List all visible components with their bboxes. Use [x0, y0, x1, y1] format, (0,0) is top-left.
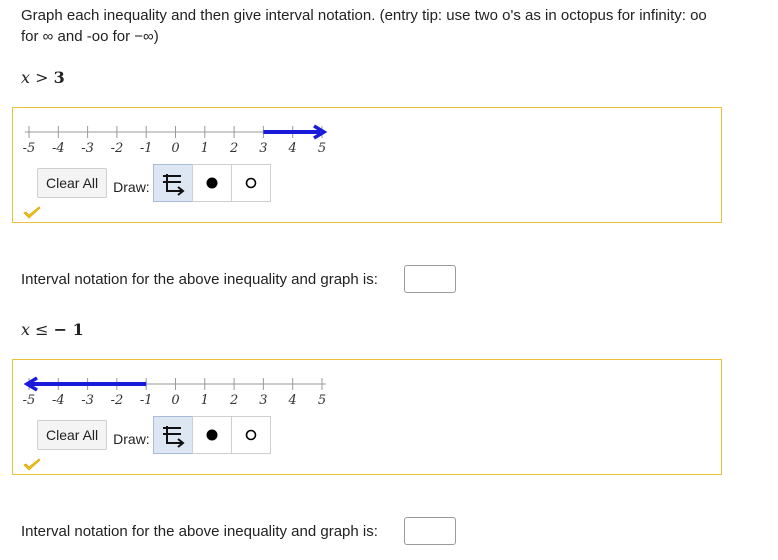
tick-label: 4: [288, 393, 297, 408]
tick-label: -4: [52, 393, 65, 408]
ray-tool-icon: [162, 174, 185, 196]
ray-tool-button[interactable]: [152, 416, 193, 454]
open-dot-icon: [245, 177, 257, 189]
instructions: Graph each inequality and then give inte…: [21, 7, 707, 45]
closed-dot-tool-button[interactable]: [191, 416, 232, 454]
tick-label: -2: [111, 141, 124, 156]
open-dot-tool-button[interactable]: [230, 416, 271, 454]
number-line-1[interactable]: -5 -4 -3 -2 -1 0 1 2 3 4 5: [13, 108, 333, 158]
number-line-2[interactable]: -5 -4 -3 -2 -1 0 1 2 3 4 5: [13, 360, 333, 410]
tick-label: -1: [140, 141, 153, 156]
ray-tool-icon: [162, 426, 185, 448]
tick-label: 4: [288, 141, 297, 156]
open-dot-icon: [245, 429, 257, 441]
tick-label: 3: [259, 393, 267, 408]
tick-label: -5: [23, 141, 36, 156]
tick-label: 5: [318, 141, 326, 156]
graph-box-1: -5 -4 -3 -2 -1 0 1 2 3 4 5 Clear All Draw:: [12, 107, 722, 223]
inequality-operator: ≤: [35, 320, 49, 339]
ray-tool-button[interactable]: [152, 164, 193, 202]
interval-prompt-2: Interval notation for the above inequali…: [21, 523, 378, 540]
inequality-2: x ≤ − 1: [21, 320, 84, 339]
draw-label: Draw:: [113, 431, 150, 447]
inequality-operator: >: [35, 68, 49, 87]
tick-label: -2: [111, 393, 124, 408]
tick-label: 0: [171, 141, 179, 156]
draw-toolbar-1: Clear All Draw:: [37, 164, 271, 206]
draw-label: Draw:: [113, 179, 150, 195]
tick-label: -3: [81, 393, 94, 408]
open-dot-tool-button[interactable]: [230, 164, 271, 202]
closed-dot-icon: [206, 177, 218, 189]
checkmark-icon: [23, 458, 41, 471]
tick-label: 1: [201, 141, 209, 156]
checkmark-icon: [23, 206, 41, 219]
inequality-variable: x: [21, 320, 31, 339]
tick-label: 3: [259, 141, 267, 156]
closed-dot-icon: [206, 429, 218, 441]
clear-all-button[interactable]: Clear All: [37, 168, 108, 198]
tick-label: 2: [229, 393, 238, 408]
tick-label: 5: [318, 393, 326, 408]
draw-toolbar-2: Clear All Draw:: [37, 416, 271, 458]
closed-dot-tool-button[interactable]: [191, 164, 232, 202]
tick-label: 2: [229, 141, 238, 156]
inequality-value: 3: [53, 68, 65, 87]
tick-label: -5: [23, 393, 36, 408]
inequality-variable: x: [21, 68, 31, 87]
graph-box-2: -5 -4 -3 -2 -1 0 1 2 3 4 5 Clear All Draw:: [12, 359, 722, 475]
clear-all-button[interactable]: Clear All: [37, 420, 108, 450]
interval-answer-input-2[interactable]: [404, 517, 456, 545]
interval-prompt-1: Interval notation for the above inequali…: [21, 271, 378, 288]
tick-label: -3: [81, 141, 94, 156]
tick-label: -4: [52, 141, 65, 156]
inequality-value: − 1: [53, 320, 84, 339]
tick-label: 0: [171, 393, 179, 408]
inequality-1: x > 3: [21, 68, 65, 87]
tick-label: -1: [140, 393, 153, 408]
tick-label: 1: [201, 393, 209, 408]
interval-answer-input-1[interactable]: [404, 265, 456, 293]
